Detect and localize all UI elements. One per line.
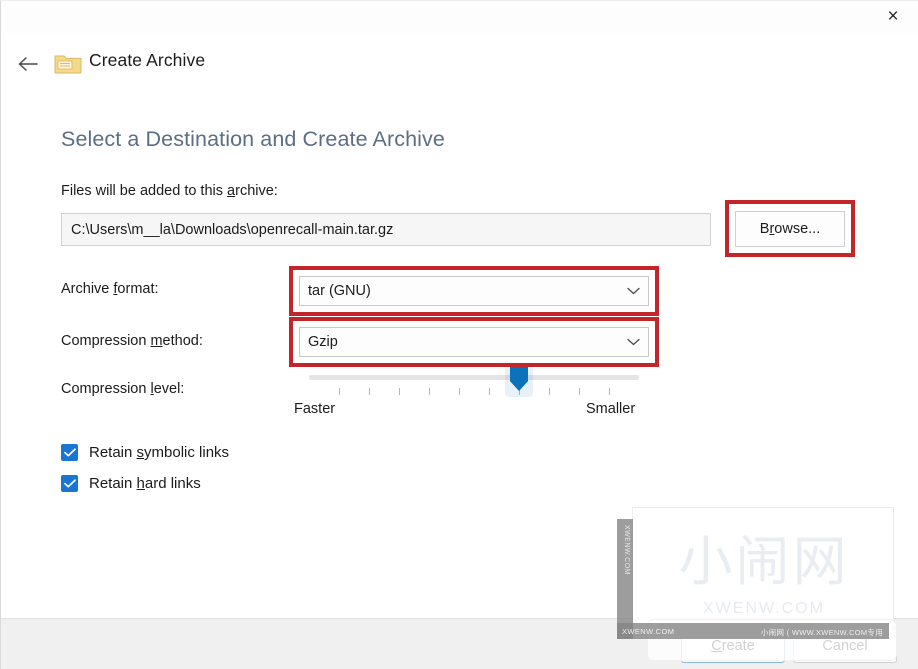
archive-path-input[interactable] bbox=[61, 213, 711, 246]
slider-tick bbox=[459, 388, 460, 395]
compression-level-slider-ticks bbox=[309, 388, 639, 396]
arrow-left-icon[interactable] bbox=[11, 47, 45, 81]
compression-method-label: Compression method: bbox=[61, 333, 203, 349]
archive-format-value: tar (GNU) bbox=[308, 283, 371, 299]
chevron-down-icon bbox=[618, 338, 648, 346]
checkbox-checked-icon bbox=[61, 443, 78, 461]
destination-label: Files will be added to this archive: bbox=[61, 183, 278, 199]
window-titlebar: × bbox=[1, 1, 918, 33]
create-button[interactable]: Create bbox=[681, 628, 785, 663]
cancel-button[interactable]: Cancel bbox=[793, 628, 897, 663]
retain-hard-links-label: Retain hard links bbox=[89, 474, 201, 492]
slider-max-label: Smaller bbox=[586, 401, 636, 417]
checkbox-checked-icon bbox=[61, 474, 78, 492]
compression-level-slider-track[interactable] bbox=[309, 375, 639, 380]
retain-symbolic-links-checkbox[interactable]: Retain symbolic links bbox=[61, 441, 229, 463]
retain-hard-links-checkbox[interactable]: Retain hard links bbox=[61, 472, 201, 494]
slider-tick bbox=[579, 388, 580, 395]
compression-level-label: Compression level: bbox=[61, 381, 185, 397]
compression-method-dropdown[interactable]: Gzip bbox=[299, 327, 649, 357]
browse-button[interactable]: Br owse... bbox=[735, 211, 845, 247]
compression-method-value: Gzip bbox=[308, 334, 338, 350]
slider-tick bbox=[399, 388, 400, 395]
chevron-down-icon bbox=[618, 287, 648, 295]
archive-format-label: Archive format: bbox=[61, 281, 159, 297]
page-title: Create Archive bbox=[89, 50, 206, 70]
slider-tick bbox=[609, 388, 610, 395]
close-icon[interactable]: × bbox=[867, 1, 918, 33]
slider-tick bbox=[549, 388, 550, 395]
archive-format-dropdown[interactable]: tar (GNU) bbox=[299, 276, 649, 306]
dialog-footer: Create Cancel bbox=[1, 618, 918, 669]
window-header-row: Create Archive bbox=[1, 39, 918, 89]
archive-folder-icon bbox=[54, 52, 82, 74]
slider-tick bbox=[489, 388, 490, 395]
slider-tick bbox=[339, 388, 340, 395]
create-button-label: Create bbox=[711, 637, 755, 654]
slider-min-label: Faster bbox=[294, 401, 336, 417]
create-archive-window: × Create Archive Select a Destination an… bbox=[0, 0, 918, 669]
retain-symbolic-links-label: Retain symbolic links bbox=[89, 443, 230, 461]
slider-tick bbox=[369, 388, 370, 395]
section-heading: Select a Destination and Create Archive bbox=[61, 127, 445, 151]
dialog-body: Select a Destination and Create Archive … bbox=[1, 93, 918, 618]
slider-tick bbox=[429, 388, 430, 395]
